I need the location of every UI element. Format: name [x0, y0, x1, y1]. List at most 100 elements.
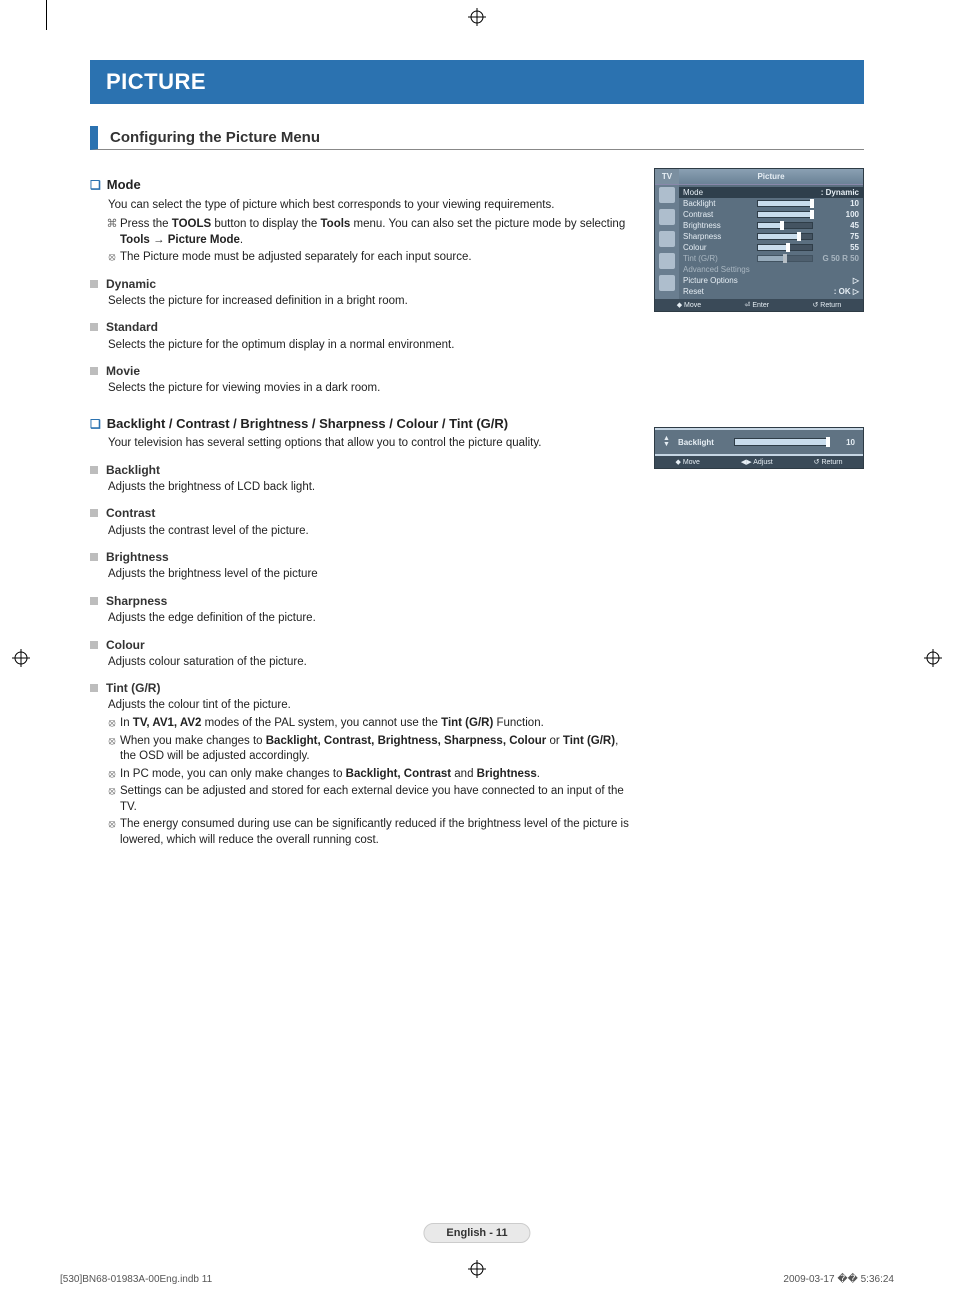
- osd-row-label: Advanced Settings: [683, 265, 753, 274]
- osd-row-slider: [757, 222, 813, 229]
- osd2-return-hint: ↺ Return: [814, 458, 843, 466]
- backlight-desc: Adjusts the brightness of LCD back light…: [108, 480, 636, 496]
- print-job-info: [530]BN68-01983A-00Eng.indb 11 2009-03-1…: [60, 1274, 894, 1285]
- osd-note: ⦻ When you make changes to Backlight, Co…: [120, 734, 636, 765]
- channel-category-icon: [659, 231, 675, 247]
- osd-row: Advanced Settings: [679, 264, 863, 275]
- chapter-title: PICTURE: [90, 60, 864, 104]
- osd-row-label: Mode: [683, 188, 753, 197]
- osd-row-label: Backlight: [683, 199, 753, 208]
- osd2-value: 10: [837, 438, 855, 447]
- osd-row-slider: [757, 233, 813, 240]
- osd-row: Backlight 10: [679, 198, 863, 209]
- osd-row-value: 55: [817, 243, 859, 252]
- colour-heading: Colour: [90, 637, 636, 653]
- page-content: PICTURE Configuring the Picture Menu Mod…: [90, 60, 864, 1255]
- sharpness-desc: Adjusts the edge definition of the pictu…: [108, 611, 636, 627]
- brightness-desc: Adjusts the brightness level of the pict…: [108, 567, 636, 583]
- osd-row-value: 100: [817, 210, 859, 219]
- pc-mode-note: ⦻ In PC mode, you can only make changes …: [120, 767, 636, 783]
- osd2-slider: [734, 438, 829, 446]
- osd-row-slider: [757, 200, 813, 207]
- osd2-adjust-hint: ◀▶ Adjust: [741, 458, 773, 466]
- main-column: Mode You can select the type of picture …: [90, 168, 636, 850]
- osd2-footer: ◆ Move ◀▶ Adjust ↺ Return: [655, 456, 863, 468]
- tools-note: ⌘ Press the TOOLS button to display the …: [120, 217, 636, 248]
- note-icon: ⦻: [106, 784, 118, 799]
- tools-icon: ⌘: [106, 217, 118, 232]
- contrast-heading: Contrast: [90, 505, 636, 521]
- osd-row-value: 10: [817, 199, 859, 208]
- picture-category-icon: [659, 187, 675, 203]
- pal-note: ⦻ In TV, AV1, AV2 modes of the PAL syste…: [120, 716, 636, 732]
- osd-row-value: 75: [817, 232, 859, 241]
- dynamic-heading: Dynamic: [90, 276, 636, 292]
- tint-heading: Tint (G/R): [90, 680, 636, 696]
- up-down-arrows-icon: ▲▼: [663, 436, 670, 448]
- osd-row-label: Reset: [683, 287, 753, 296]
- registration-mark-icon: [12, 649, 30, 667]
- external-device-note: ⦻ Settings can be adjusted and stored fo…: [120, 784, 636, 815]
- osd-row: Colour 55: [679, 242, 863, 253]
- osd2-label: Backlight: [678, 438, 726, 447]
- osd-move-hint: ◆ Move: [677, 301, 701, 309]
- sliders-heading: Backlight / Contrast / Brightness / Shar…: [90, 415, 636, 433]
- contrast-desc: Adjusts the contrast level of the pictur…: [108, 524, 636, 540]
- mode-intro: You can select the type of picture which…: [108, 198, 636, 214]
- note-icon: ⦻: [106, 734, 118, 749]
- osd-return-hint: ↺ Return: [812, 301, 841, 309]
- osd-row-label: Brightness: [683, 221, 753, 230]
- osd-footer: ◆ Move ⏎ Enter ↺ Return: [655, 299, 863, 311]
- osd-row: Sharpness 75: [679, 231, 863, 242]
- page-footer: English - 11: [423, 1223, 530, 1243]
- osd-backlight-adjust: ▲▼ Backlight 10 ◆ Move ◀▶ Adjust ↺ Retur…: [654, 427, 864, 469]
- osd-row-label: Picture Options: [683, 276, 753, 285]
- note-icon: ⦻: [106, 817, 118, 832]
- osd-row-label: Colour: [683, 243, 753, 252]
- osd-row: Mode : Dynamic: [679, 187, 863, 198]
- osd-row-value: 45: [817, 221, 859, 230]
- input-source-note: ⦻ The Picture mode must be adjusted sepa…: [120, 250, 636, 266]
- tint-desc: Adjusts the colour tint of the picture.: [108, 698, 636, 714]
- mode-heading: Mode: [90, 176, 636, 194]
- osd-row-value: : Dynamic: [817, 188, 859, 197]
- input-category-icon: [659, 275, 675, 291]
- energy-note: ⦻ The energy consumed during use can be …: [120, 817, 636, 848]
- dynamic-desc: Selects the picture for increased defini…: [108, 294, 636, 310]
- osd-row-label: Contrast: [683, 210, 753, 219]
- side-column: TV Picture Mode : Dynamic Backlight 10 Contr…: [654, 168, 864, 850]
- osd-picture-menu: TV Picture Mode : Dynamic Backlight 10 Contr…: [654, 168, 864, 312]
- osd-row-value: : OK ▷: [817, 287, 859, 296]
- osd-row: Tint (G/R)G 50 R 50: [679, 253, 863, 264]
- sound-category-icon: [659, 209, 675, 225]
- movie-heading: Movie: [90, 363, 636, 379]
- colour-desc: Adjusts colour saturation of the picture…: [108, 655, 636, 671]
- osd2-move-hint: ◆ Move: [675, 458, 699, 466]
- registration-mark-icon: [924, 649, 942, 667]
- section-title: Configuring the Picture Menu: [90, 126, 864, 150]
- osd-rows: Mode: DynamicBacklight10Contrast100Brigh…: [679, 185, 863, 299]
- note-icon: ⦻: [106, 250, 118, 265]
- crop-mark: [46, 0, 47, 30]
- brightness-heading: Brightness: [90, 549, 636, 565]
- note-icon: ⦻: [106, 716, 118, 731]
- standard-heading: Standard: [90, 319, 636, 335]
- movie-desc: Selects the picture for viewing movies i…: [108, 381, 636, 397]
- setup-category-icon: [659, 253, 675, 269]
- sharpness-heading: Sharpness: [90, 593, 636, 609]
- osd-tv-label: TV: [655, 169, 679, 184]
- registration-mark-icon: [468, 8, 486, 26]
- osd-row: Brightness 45: [679, 220, 863, 231]
- osd-row-slider: [757, 244, 813, 251]
- osd-row-label: Sharpness: [683, 232, 753, 241]
- osd-row-label: Tint (G/R): [683, 254, 753, 263]
- note-icon: ⦻: [106, 767, 118, 782]
- print-file: [530]BN68-01983A-00Eng.indb 11: [60, 1274, 212, 1285]
- osd-row: Picture Options▷: [679, 275, 863, 286]
- osd-title: Picture: [679, 169, 863, 184]
- osd-category-icons: [655, 185, 679, 299]
- osd-enter-hint: ⏎ Enter: [745, 301, 770, 309]
- sliders-intro: Your television has several setting opti…: [108, 436, 636, 452]
- osd-row-slider: [757, 255, 813, 262]
- osd-row: Reset : OK ▷: [679, 286, 863, 297]
